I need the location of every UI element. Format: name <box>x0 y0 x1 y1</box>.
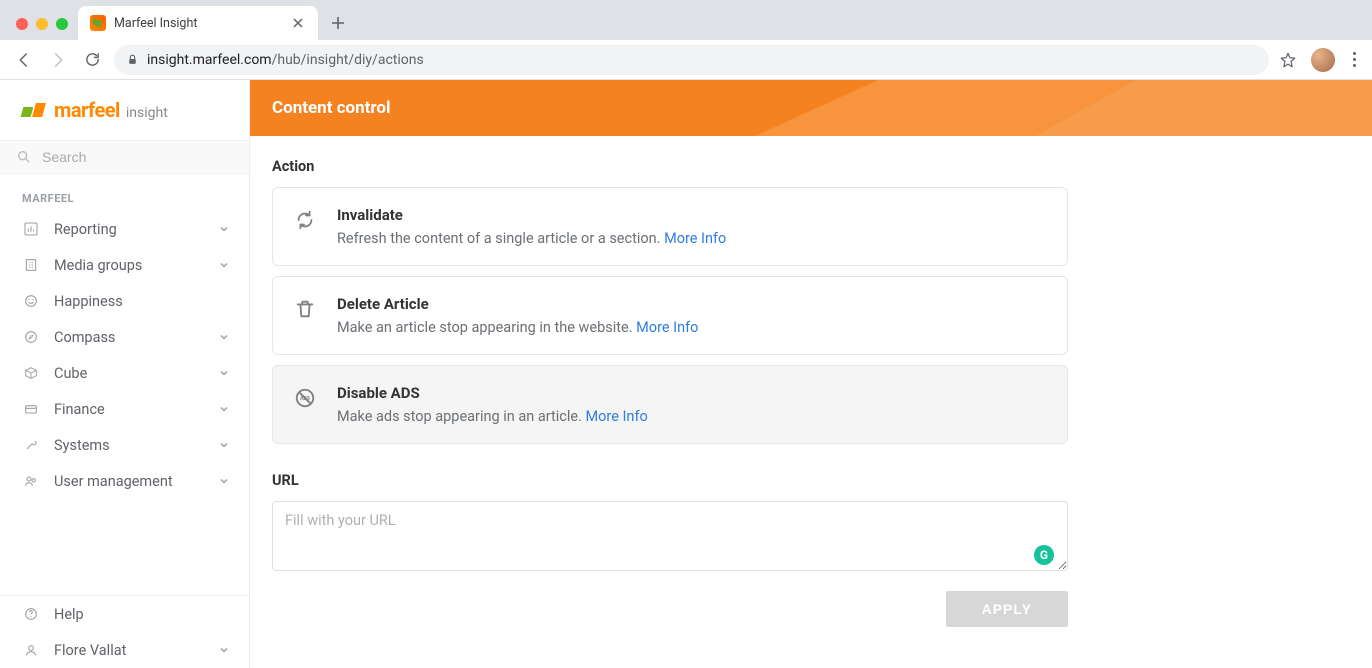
chevron-down-icon <box>219 476 229 486</box>
window-close-button[interactable] <box>16 18 28 30</box>
card-icon <box>22 400 40 418</box>
page-header: Content control <box>250 80 1372 136</box>
new-tab-button[interactable] <box>324 9 352 37</box>
sidebar-item-label: Help <box>54 606 229 623</box>
sidebar-item-cube[interactable]: Cube <box>0 355 249 391</box>
browser-chrome: Marfeel Insight insight.marfeel.com/hub/… <box>0 0 1372 80</box>
sidebar-item-label: Systems <box>54 437 205 454</box>
chevron-down-icon <box>219 260 229 270</box>
sidebar-search[interactable] <box>0 140 249 174</box>
url-input[interactable] <box>272 501 1068 571</box>
sidebar-item-media-groups[interactable]: Media groups <box>0 247 249 283</box>
profile-avatar[interactable] <box>1311 48 1335 72</box>
chevron-down-icon <box>219 645 229 655</box>
sidebar-item-label: Reporting <box>54 221 205 238</box>
nav-back-button[interactable] <box>12 48 36 72</box>
sidebar-item-finance[interactable]: Finance <box>0 391 249 427</box>
tab-close-button[interactable] <box>290 15 306 31</box>
action-card-disable-ads[interactable]: ADS Disable ADS Make ads stop appearing … <box>272 365 1068 444</box>
app: marfeel insight MARFEEL Reporting Media … <box>0 80 1372 668</box>
lock-icon <box>126 53 139 66</box>
no-ads-icon: ADS <box>293 386 317 410</box>
action-title: Disable ADS <box>337 384 1047 402</box>
nav-forward-button[interactable] <box>46 48 70 72</box>
sidebar-item-current-user[interactable]: Flore Vallat <box>0 632 249 668</box>
chevron-down-icon <box>219 440 229 450</box>
brand-logo-icon <box>22 103 44 117</box>
cube-icon <box>22 364 40 382</box>
action-desc: Refresh the content of a single article … <box>337 230 1047 247</box>
more-info-link[interactable]: More Info <box>636 319 698 336</box>
tab-title: Marfeel Insight <box>114 16 282 31</box>
brand-name: marfeel <box>54 98 120 122</box>
chevron-down-icon <box>219 224 229 234</box>
action-section-label: Action <box>272 158 1068 175</box>
sidebar-item-label: Cube <box>54 365 205 382</box>
action-desc: Make an article stop appearing in the we… <box>337 319 1047 336</box>
smile-icon <box>22 292 40 310</box>
more-info-link[interactable]: More Info <box>664 230 726 247</box>
url-section: URL G APPLY <box>272 472 1068 627</box>
tab-favicon <box>90 15 106 31</box>
main: Content control Action Invalidate Refres… <box>250 80 1372 668</box>
sidebar: marfeel insight MARFEEL Reporting Media … <box>0 80 250 668</box>
grammarly-icon[interactable]: G <box>1034 545 1054 565</box>
window-controls <box>10 18 78 40</box>
sidebar-item-label: Happiness <box>54 293 229 310</box>
sidebar-item-user-management[interactable]: User management <box>0 463 249 499</box>
window-maximize-button[interactable] <box>56 18 68 30</box>
action-title: Invalidate <box>337 206 1047 224</box>
bookmark-star-icon[interactable] <box>1279 51 1297 69</box>
sidebar-item-label: Compass <box>54 329 205 346</box>
action-title: Delete Article <box>337 295 1047 313</box>
sidebar-bottom: Help Flore Vallat <box>0 595 249 668</box>
svg-text:ADS: ADS <box>300 396 310 402</box>
chevron-down-icon <box>219 404 229 414</box>
sidebar-item-systems[interactable]: Systems <box>0 427 249 463</box>
sidebar-item-label: Finance <box>54 401 205 418</box>
chevron-down-icon <box>219 332 229 342</box>
tools-icon <box>22 436 40 454</box>
sidebar-item-reporting[interactable]: Reporting <box>0 211 249 247</box>
brand: marfeel insight <box>0 80 249 130</box>
building-icon <box>22 256 40 274</box>
page-title: Content control <box>272 98 391 118</box>
more-info-link[interactable]: More Info <box>586 408 648 425</box>
refresh-icon <box>293 208 317 232</box>
sidebar-item-happiness[interactable]: Happiness <box>0 283 249 319</box>
brand-suffix: insight <box>126 105 168 121</box>
action-desc: Make ads stop appearing in an article. M… <box>337 408 1047 425</box>
window-minimize-button[interactable] <box>36 18 48 30</box>
content: Action Invalidate Refresh the content of… <box>250 136 1090 649</box>
nav-reload-button[interactable] <box>80 48 104 72</box>
browser-tab[interactable]: Marfeel Insight <box>78 6 318 40</box>
tab-strip: Marfeel Insight <box>0 0 1372 40</box>
action-card-invalidate[interactable]: Invalidate Refresh the content of a sing… <box>272 187 1068 266</box>
sidebar-item-help[interactable]: Help <box>0 596 249 632</box>
search-icon <box>16 149 32 165</box>
chevron-down-icon <box>219 368 229 378</box>
search-input[interactable] <box>42 149 233 165</box>
browser-menu-button[interactable] <box>1349 48 1360 71</box>
sidebar-item-compass[interactable]: Compass <box>0 319 249 355</box>
action-card-delete-article[interactable]: Delete Article Make an article stop appe… <box>272 276 1068 355</box>
sidebar-item-label: User management <box>54 473 205 490</box>
user-icon <box>22 641 40 659</box>
users-icon <box>22 472 40 490</box>
address-bar[interactable]: insight.marfeel.com/hub/insight/diy/acti… <box>114 45 1269 75</box>
sidebar-section-title: MARFEEL <box>0 174 249 211</box>
trash-icon <box>293 297 317 321</box>
help-icon <box>22 605 40 623</box>
url-section-label: URL <box>272 472 1068 489</box>
sidebar-item-label: Flore Vallat <box>54 642 205 659</box>
sidebar-nav: Reporting Media groups Happiness Compass… <box>0 211 249 499</box>
compass-icon <box>22 328 40 346</box>
browser-toolbar: insight.marfeel.com/hub/insight/diy/acti… <box>0 40 1372 80</box>
apply-button[interactable]: APPLY <box>946 591 1068 627</box>
action-list: Invalidate Refresh the content of a sing… <box>272 187 1068 444</box>
address-text: insight.marfeel.com/hub/insight/diy/acti… <box>147 52 424 68</box>
sidebar-item-label: Media groups <box>54 257 205 274</box>
bar-chart-icon <box>22 220 40 238</box>
